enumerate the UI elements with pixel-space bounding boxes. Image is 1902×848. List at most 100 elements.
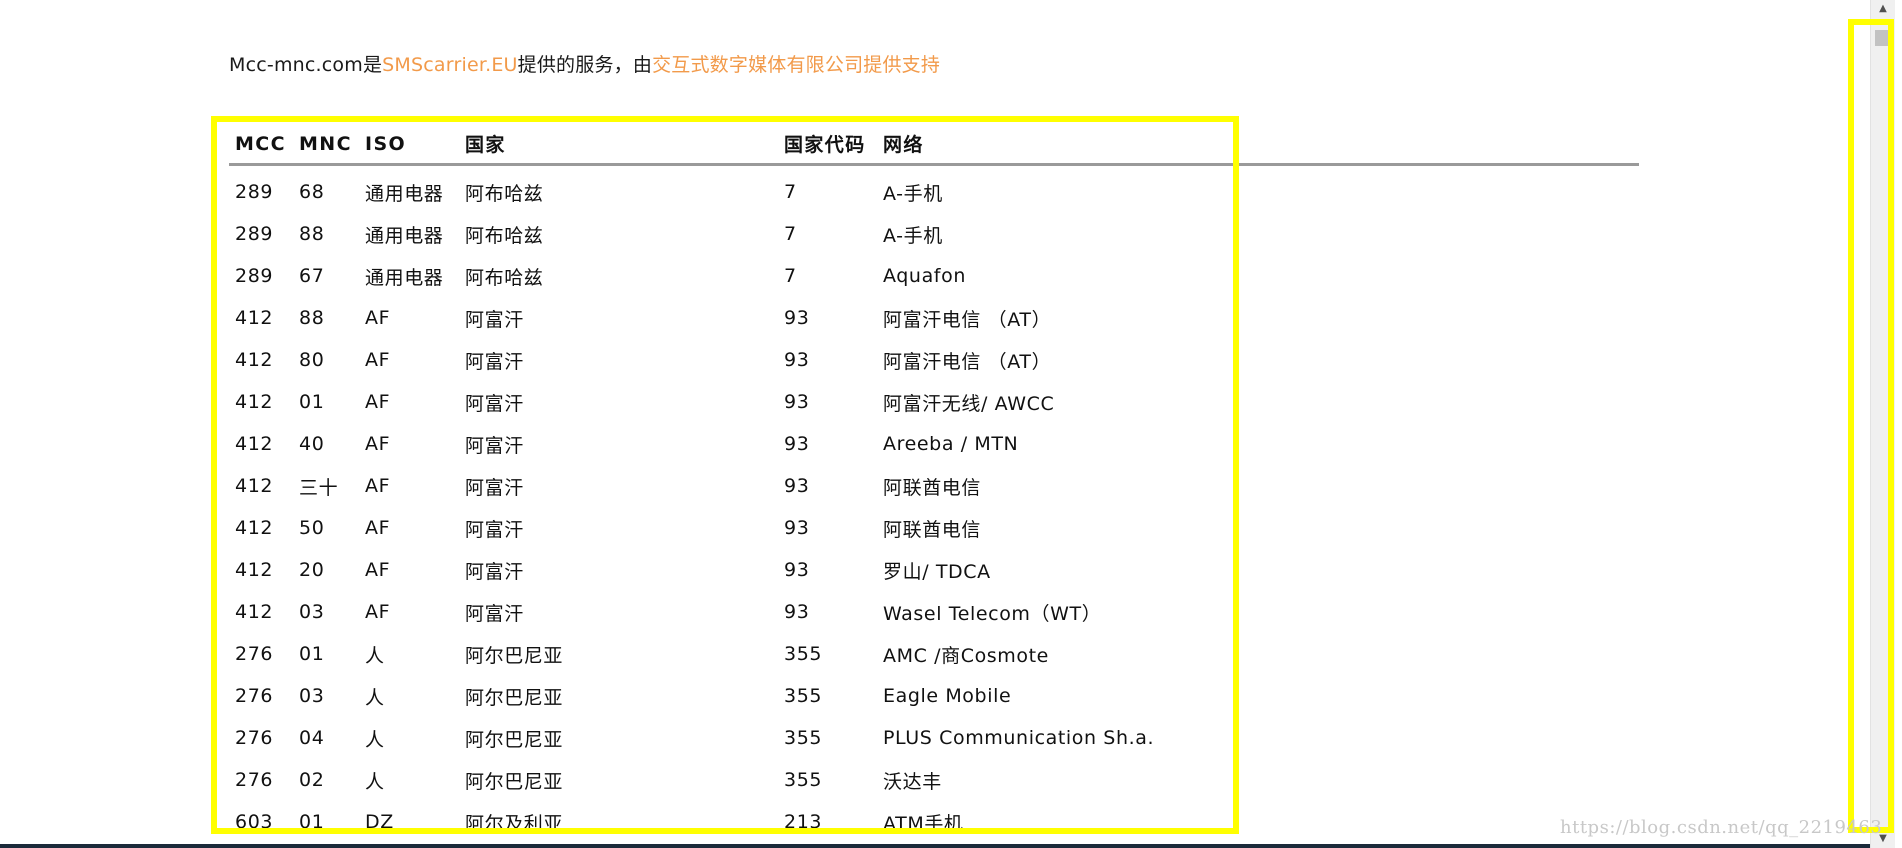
table-body: 289 68 通用电器 阿布哈兹 7 A-手机 289 88 通用电器 阿布哈兹 7 A-手机 289 6… [229, 165, 1213, 843]
credit-prefix: Mcc-mnc.com是 [229, 54, 383, 76]
cell-iso: 人 [365, 686, 385, 709]
table-row: 289 88 通用电器 阿布哈兹 7 A-手机 [229, 213, 1213, 255]
cell-network: 阿富汗电信 （AT） [883, 350, 1052, 373]
table-header-row: MCC MNC ISO 国家 国家代码 网络 [229, 122, 1213, 165]
table-row: 276 03 人 阿尔巴尼亚 355 Eagle Mobile [229, 675, 1213, 717]
cell-mnc: 40 [299, 433, 325, 455]
cell-mnc: 01 [299, 811, 325, 833]
credit-middle: 提供的服务，由 [517, 54, 653, 76]
table-row: 412 03 AF 阿富汗 93 Wasel Telecom（WT） [229, 591, 1213, 633]
cell-network: Wasel Telecom（WT） [883, 602, 1102, 625]
cell-country: 阿布哈兹 [465, 266, 544, 289]
cell-iso: AF [365, 559, 391, 581]
cell-network: 阿富汗电信 （AT） [883, 308, 1052, 331]
table-row: 412 40 AF 阿富汗 93 Areeba / MTN [229, 423, 1213, 465]
cell-country-code: 93 [784, 349, 810, 371]
cell-country-code: 93 [784, 391, 810, 413]
header-country-code[interactable]: 国家代码 [778, 122, 877, 165]
cell-country-code: 93 [784, 433, 810, 455]
header-mcc[interactable]: MCC [229, 122, 293, 165]
cell-country-code: 93 [784, 559, 810, 581]
vertical-scrollbar[interactable]: ▲ ▼ [1870, 0, 1895, 848]
cell-mnc: 03 [299, 685, 325, 707]
cell-iso: 人 [365, 770, 385, 793]
cell-country-code: 7 [784, 181, 797, 203]
cell-network: Areeba / MTN [883, 433, 1019, 455]
cell-mnc: 04 [299, 727, 325, 749]
cell-mcc: 276 [235, 769, 274, 791]
cell-mnc: 03 [299, 601, 325, 623]
cell-iso: 通用电器 [365, 224, 444, 247]
cell-mcc: 276 [235, 727, 274, 749]
cell-mcc: 412 [235, 307, 274, 329]
cell-network: 沃达丰 [883, 770, 942, 793]
cell-iso: 人 [365, 644, 385, 667]
cell-mcc: 412 [235, 601, 274, 623]
cell-mnc: 20 [299, 559, 325, 581]
cell-network: 阿联酋电信 [883, 518, 982, 541]
cell-mnc: 68 [299, 181, 325, 203]
header-network[interactable]: 网络 [877, 122, 1213, 165]
cell-mcc: 289 [235, 223, 274, 245]
table-row: 412 80 AF 阿富汗 93 阿富汗电信 （AT） [229, 339, 1213, 381]
table-row: 412 三十 AF 阿富汗 93 阿联酋电信 [229, 465, 1213, 507]
cell-iso: 人 [365, 728, 385, 751]
table-row: 276 02 人 阿尔巴尼亚 355 沃达丰 [229, 759, 1213, 801]
cell-iso: DZ [365, 811, 394, 833]
cell-mnc: 三十 [299, 476, 339, 499]
page: Mcc-mnc.com是SMScarrier.EU提供的服务，由交互式数字媒体有… [0, 0, 1902, 848]
table-row: 289 68 通用电器 阿布哈兹 7 A-手机 [229, 165, 1213, 213]
mcc-mnc-table: MCC MNC ISO 国家 国家代码 网络 289 68 通用电器 阿布哈兹 7 A-手… [229, 122, 1213, 843]
cell-country-code: 355 [784, 727, 823, 749]
cell-mcc: 289 [235, 265, 274, 287]
table-row: 412 50 AF 阿富汗 93 阿联酋电信 [229, 507, 1213, 549]
header-iso[interactable]: ISO [359, 122, 459, 165]
header-mnc[interactable]: MNC [293, 122, 359, 165]
cell-country: 阿富汗 [465, 476, 524, 499]
cell-mnc: 01 [299, 643, 325, 665]
table-row: 276 01 人 阿尔巴尼亚 355 AMC /商Cosmote [229, 633, 1213, 675]
cell-country: 阿尔巴尼亚 [465, 770, 564, 793]
cell-country: 阿富汗 [465, 518, 524, 541]
cell-mcc: 412 [235, 517, 274, 539]
cell-network: A-手机 [883, 182, 943, 205]
table-row: 412 20 AF 阿富汗 93 罗山/ TDCA [229, 549, 1213, 591]
scroll-thumb[interactable] [1875, 30, 1891, 46]
scroll-up-arrow-icon[interactable]: ▲ [1871, 0, 1895, 18]
cell-mcc: 412 [235, 559, 274, 581]
cell-country: 阿富汗 [465, 350, 524, 373]
header-country[interactable]: 国家 [459, 122, 778, 165]
smscarrier-link[interactable]: SMScarrier.EU [382, 54, 517, 76]
cell-mcc: 276 [235, 643, 274, 665]
cell-mnc: 88 [299, 223, 325, 245]
cell-network: 阿富汗无线/ AWCC [883, 392, 1055, 415]
credit-line: Mcc-mnc.com是SMScarrier.EU提供的服务，由交互式数字媒体有… [229, 50, 940, 77]
cell-mnc: 80 [299, 349, 325, 371]
cell-iso: 通用电器 [365, 266, 444, 289]
window-bottom-edge [0, 844, 1870, 848]
cell-country-code: 93 [784, 601, 810, 623]
cell-country-code: 93 [784, 517, 810, 539]
cell-iso: AF [365, 433, 391, 455]
cell-mcc: 412 [235, 433, 274, 455]
cell-network: 罗山/ TDCA [883, 560, 991, 583]
interactive-digital-media-link[interactable]: 交互式数字媒体有限公司提供支持 [652, 54, 940, 76]
watermark: https://blog.csdn.net/qq_2219463 [1560, 817, 1883, 838]
cell-country: 阿布哈兹 [465, 224, 544, 247]
cell-country: 阿富汗 [465, 560, 524, 583]
cell-country-code: 355 [784, 685, 823, 707]
cell-iso: AF [365, 517, 391, 539]
cell-country: 阿尔巴尼亚 [465, 644, 564, 667]
cell-network: 阿联酋电信 [883, 476, 982, 499]
cell-mnc: 67 [299, 265, 325, 287]
cell-mcc: 412 [235, 475, 274, 497]
cell-country: 阿尔及利亚 [465, 812, 564, 835]
cell-country-code: 93 [784, 307, 810, 329]
cell-mcc: 603 [235, 811, 274, 833]
cell-country: 阿布哈兹 [465, 182, 544, 205]
cell-country: 阿富汗 [465, 308, 524, 331]
cell-country-code: 93 [784, 475, 810, 497]
table-row: 603 01 DZ 阿尔及利亚 213 ATM手机 [229, 801, 1213, 843]
cell-country-code: 7 [784, 265, 797, 287]
cell-network: A-手机 [883, 224, 943, 247]
